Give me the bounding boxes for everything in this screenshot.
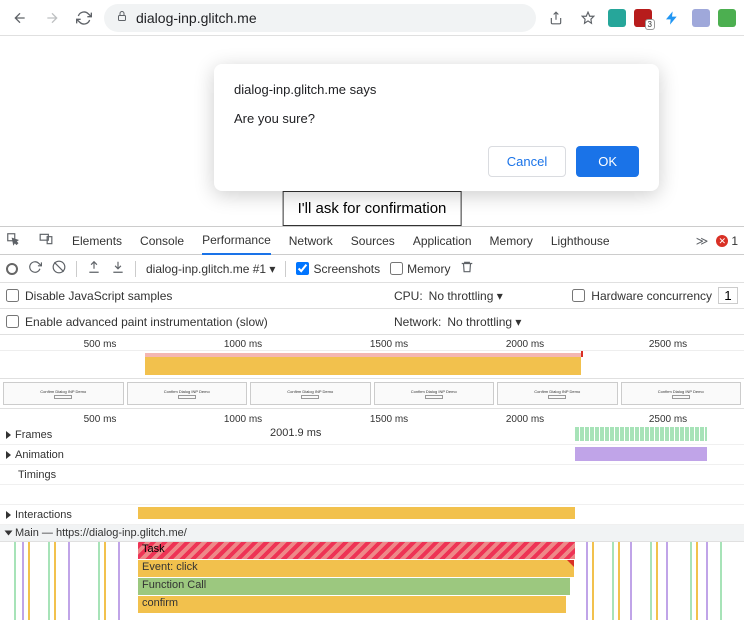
tab-network[interactable]: Network bbox=[289, 228, 333, 254]
tab-lighthouse[interactable]: Lighthouse bbox=[551, 228, 610, 254]
frames-track[interactable]: Frames bbox=[0, 425, 138, 444]
dialog-message: Are you sure? bbox=[234, 111, 639, 126]
extension-icon[interactable] bbox=[692, 9, 710, 27]
share-icon[interactable] bbox=[544, 6, 568, 30]
animation-track[interactable]: Animation bbox=[0, 445, 138, 464]
back-button[interactable] bbox=[8, 6, 32, 30]
lock-icon bbox=[116, 10, 128, 25]
browser-chrome: dialog-inp.glitch.me bbox=[0, 0, 744, 36]
frame-block[interactable] bbox=[575, 427, 707, 441]
extension-icon[interactable] bbox=[634, 9, 652, 27]
disable-js-checkbox[interactable]: Disable JavaScript samples bbox=[6, 289, 172, 303]
screenshots-checkbox[interactable]: Screenshots bbox=[296, 262, 380, 276]
url-text: dialog-inp.glitch.me bbox=[136, 10, 257, 26]
event-click-bar[interactable]: Event: click bbox=[138, 560, 574, 577]
star-icon[interactable] bbox=[576, 6, 600, 30]
hw-concurrency-input[interactable] bbox=[718, 287, 738, 304]
function-call-bar[interactable]: Function Call bbox=[138, 578, 570, 595]
devtools: Elements Console Performance Network Sou… bbox=[0, 226, 744, 620]
download-icon[interactable] bbox=[111, 260, 125, 277]
hw-concurrency-checkbox[interactable]: Hardware concurrency bbox=[572, 289, 712, 303]
screenshot-thumb[interactable]: Confirm Dialog INP Demo bbox=[250, 382, 371, 405]
animation-block[interactable] bbox=[575, 447, 707, 461]
screenshot-thumb[interactable]: Confirm Dialog INP Demo bbox=[497, 382, 618, 405]
address-bar[interactable]: dialog-inp.glitch.me bbox=[104, 4, 536, 32]
cpu-label: CPU: bbox=[394, 289, 423, 303]
extension-icon[interactable] bbox=[660, 6, 684, 30]
frame-time: 2001.9 ms bbox=[270, 427, 321, 439]
timeline-overview[interactable]: 500 ms 1000 ms 1500 ms 2000 ms 2500 ms C… bbox=[0, 335, 744, 620]
page-viewport: I'll ask for confirmation dialog-inp.gli… bbox=[0, 36, 744, 226]
tab-performance[interactable]: Performance bbox=[202, 227, 271, 255]
extension-icons bbox=[608, 6, 736, 30]
reload-button[interactable] bbox=[72, 6, 96, 30]
ok-button[interactable]: OK bbox=[576, 146, 639, 177]
network-select[interactable]: No throttling ▾ bbox=[447, 315, 521, 329]
overview-bar bbox=[145, 357, 581, 375]
record-button[interactable] bbox=[6, 263, 18, 275]
overview-marker bbox=[581, 351, 583, 357]
more-tabs-icon[interactable]: ≫ bbox=[696, 234, 709, 248]
perf-settings-row-1: Disable JavaScript samples CPU: No throt… bbox=[0, 283, 744, 309]
timings-track[interactable]: Timings bbox=[0, 465, 138, 484]
error-badge[interactable]: ✕1 bbox=[716, 234, 738, 248]
confirm-dialog: dialog-inp.glitch.me says Are you sure? … bbox=[214, 64, 659, 191]
task-bar[interactable]: Task bbox=[138, 542, 575, 559]
tab-elements[interactable]: Elements bbox=[72, 228, 122, 254]
confirmation-button[interactable]: I'll ask for confirmation bbox=[283, 191, 462, 226]
cancel-button[interactable]: Cancel bbox=[488, 146, 566, 177]
tab-application[interactable]: Application bbox=[413, 228, 472, 254]
inspect-icon[interactable] bbox=[6, 232, 20, 249]
tab-sources[interactable]: Sources bbox=[351, 228, 395, 254]
screenshot-thumb[interactable]: Confirm Dialog INP Demo bbox=[3, 382, 124, 405]
recording-select[interactable]: dialog-inp.glitch.me #1 ▾ bbox=[146, 262, 275, 276]
extension-icon[interactable] bbox=[718, 9, 736, 27]
forward-button[interactable] bbox=[40, 6, 64, 30]
trash-icon[interactable] bbox=[460, 260, 474, 277]
dialog-title: dialog-inp.glitch.me says bbox=[234, 82, 639, 97]
clear-icon[interactable] bbox=[52, 260, 66, 277]
main-thread-header[interactable]: Main — https://dialog-inp.glitch.me/ bbox=[0, 525, 744, 542]
interaction-bar[interactable] bbox=[138, 507, 575, 519]
perf-toolbar: dialog-inp.glitch.me #1 ▾ Screenshots Me… bbox=[0, 255, 744, 283]
extension-icon[interactable] bbox=[608, 9, 626, 27]
screenshot-thumb[interactable]: Confirm Dialog INP Demo bbox=[127, 382, 248, 405]
devtools-tabs: Elements Console Performance Network Sou… bbox=[0, 227, 744, 255]
tracks: Frames 2001.9 ms Animation Timings Inter… bbox=[0, 425, 744, 620]
tab-console[interactable]: Console bbox=[140, 228, 184, 254]
screenshot-thumb[interactable]: Confirm Dialog INP Demo bbox=[374, 382, 495, 405]
overview-ruler: 500 ms 1000 ms 1500 ms 2000 ms 2500 ms bbox=[0, 335, 744, 351]
memory-checkbox[interactable]: Memory bbox=[390, 262, 450, 276]
network-label: Network: bbox=[394, 315, 441, 329]
tab-memory[interactable]: Memory bbox=[490, 228, 533, 254]
paint-instr-checkbox[interactable]: Enable advanced paint instrumentation (s… bbox=[6, 315, 268, 329]
upload-icon[interactable] bbox=[87, 260, 101, 277]
flame-chart[interactable]: Task Event: click Function Call confirm bbox=[0, 542, 744, 620]
screenshot-strip[interactable]: Confirm Dialog INP Demo Confirm Dialog I… bbox=[0, 379, 744, 409]
confirm-bar[interactable]: confirm bbox=[138, 596, 566, 613]
cpu-select[interactable]: No throttling ▾ bbox=[429, 289, 503, 303]
screenshot-thumb[interactable]: Confirm Dialog INP Demo bbox=[621, 382, 742, 405]
device-icon[interactable] bbox=[38, 232, 54, 249]
reload-record-icon[interactable] bbox=[28, 260, 42, 277]
interactions-track[interactable]: Interactions bbox=[0, 505, 138, 524]
perf-settings-row-2: Enable advanced paint instrumentation (s… bbox=[0, 309, 744, 335]
detail-ruler: 500 ms 1000 ms 1500 ms 2000 ms 2500 ms bbox=[0, 409, 744, 425]
